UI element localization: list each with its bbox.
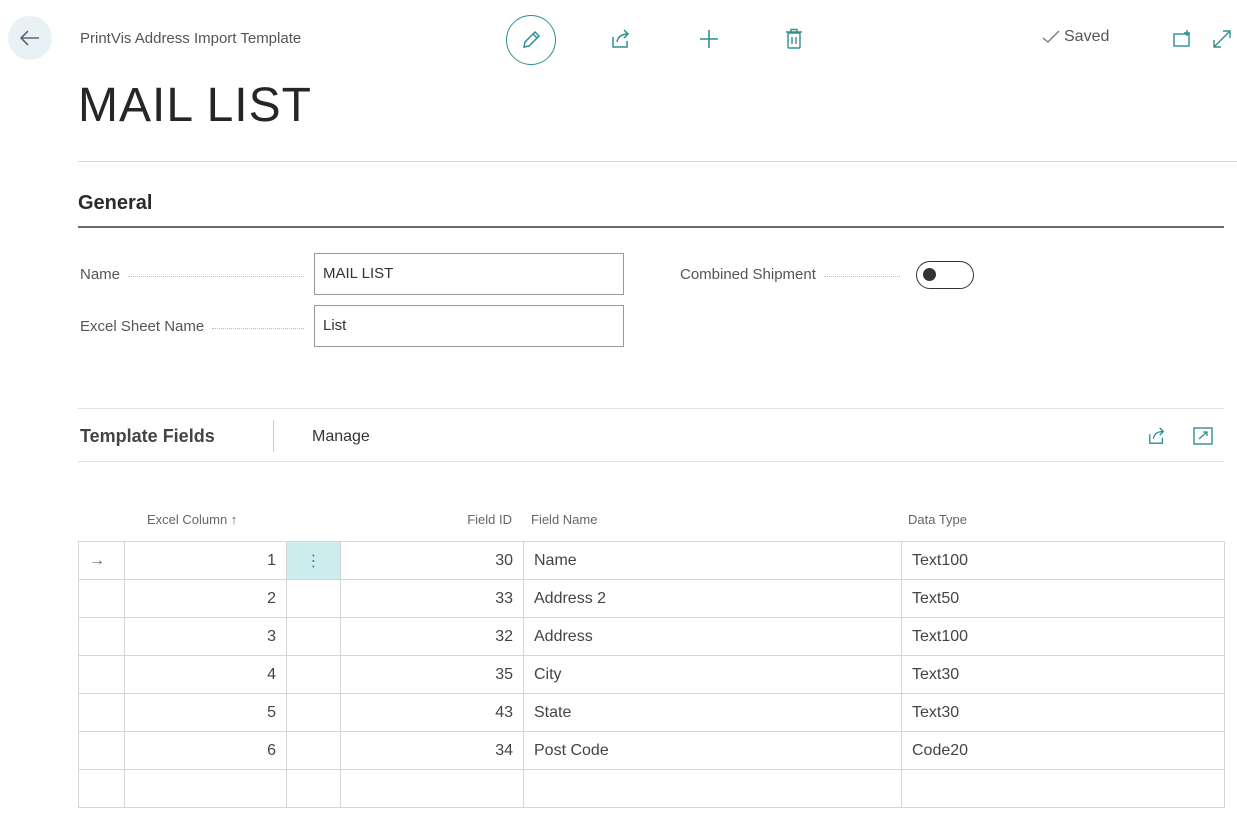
field-name-cell[interactable]: Address 2	[523, 579, 902, 618]
label-dots	[212, 328, 304, 329]
table-row[interactable]: 3 32 Address Text100	[78, 617, 1225, 656]
excel-column-cell[interactable]: 2	[124, 579, 287, 618]
field-name-cell[interactable]: Name	[523, 541, 902, 580]
field-id-cell[interactable]: 34	[340, 731, 524, 770]
template-fields-grid: → 1 ⋮ 30 Name Text100 2 33 Address 2 Tex…	[78, 541, 1225, 808]
table-row[interactable]: 4 35 City Text30	[78, 655, 1225, 694]
name-field[interactable]: MAIL LIST	[314, 253, 624, 295]
saved-status: Saved	[1042, 28, 1109, 46]
data-type-cell[interactable]: Text30	[901, 693, 1225, 732]
excel-column-cell[interactable]: 1	[124, 541, 287, 580]
row-marker-cell	[78, 731, 125, 770]
plus-icon	[700, 30, 718, 48]
row-marker-cell	[78, 769, 125, 808]
expand-icon	[1193, 427, 1213, 445]
field-id-cell[interactable]: 33	[340, 579, 524, 618]
open-new-window-button[interactable]	[1168, 24, 1198, 54]
field-id-cell[interactable]: 43	[340, 693, 524, 732]
manage-menu[interactable]: Manage	[312, 428, 370, 446]
excel-sheet-label: Excel Sheet Name	[80, 318, 205, 335]
row-marker-cell	[78, 693, 125, 732]
share-button[interactable]	[606, 24, 636, 54]
current-row-marker: →	[78, 541, 125, 580]
data-type-cell[interactable]	[901, 769, 1225, 808]
row-marker-cell	[78, 617, 125, 656]
edit-button[interactable]	[506, 15, 556, 65]
column-header-data-type[interactable]: Data Type	[908, 512, 967, 527]
field-name-cell[interactable]: Address	[523, 617, 902, 656]
field-name-cell[interactable]: Post Code	[523, 731, 902, 770]
table-row-new[interactable]	[78, 769, 1225, 808]
expand-button[interactable]	[1207, 24, 1237, 54]
data-type-cell[interactable]: Text30	[901, 655, 1225, 694]
row-menu-cell[interactable]	[286, 769, 341, 808]
open-new-window-icon	[1173, 30, 1190, 47]
field-id-cell[interactable]: 32	[340, 617, 524, 656]
field-name-cell[interactable]: City	[523, 655, 902, 694]
column-header-field-name[interactable]: Field Name	[531, 512, 597, 527]
column-header-excel-column[interactable]: Excel Column ↑	[147, 512, 237, 527]
section-general-title[interactable]: General	[78, 192, 152, 215]
table-row[interactable]: 2 33 Address 2 Text50	[78, 579, 1225, 618]
data-type-cell[interactable]: Text100	[901, 617, 1225, 656]
pencil-icon	[523, 30, 541, 48]
toggle-knob	[923, 268, 936, 281]
back-button[interactable]	[8, 16, 52, 60]
excel-column-cell[interactable]: 3	[124, 617, 287, 656]
share-icon	[1149, 427, 1165, 444]
delete-button[interactable]	[779, 24, 809, 54]
field-id-cell[interactable]: 30	[340, 541, 524, 580]
excel-sheet-label-row: Excel Sheet Name	[80, 318, 312, 335]
share-icon	[612, 29, 630, 48]
arrow-left-icon	[20, 30, 39, 46]
row-menu-cell[interactable]	[286, 693, 341, 732]
new-button[interactable]	[694, 24, 724, 54]
excel-sheet-field[interactable]: List	[314, 305, 624, 347]
data-type-cell[interactable]: Text50	[901, 579, 1225, 618]
tab-separator	[273, 420, 274, 452]
combined-shipment-label-row: Combined Shipment	[680, 266, 908, 283]
row-menu-button[interactable]: ⋮	[286, 541, 341, 580]
name-label-row: Name	[80, 266, 312, 283]
excel-column-cell[interactable]	[124, 769, 287, 808]
subpage-divider-top	[78, 408, 1224, 409]
field-id-cell[interactable]: 35	[340, 655, 524, 694]
table-row[interactable]: → 1 ⋮ 30 Name Text100	[78, 541, 1225, 580]
combined-shipment-toggle[interactable]	[916, 261, 974, 289]
subpage-share-button[interactable]	[1142, 421, 1172, 451]
template-fields-title[interactable]: Template Fields	[80, 426, 215, 447]
table-row[interactable]: 6 34 Post Code Code20	[78, 731, 1225, 770]
expand-icon	[1213, 30, 1231, 48]
table-row[interactable]: 5 43 State Text30	[78, 693, 1225, 732]
section-divider	[78, 226, 1224, 228]
data-type-cell[interactable]: Text100	[901, 541, 1225, 580]
trash-icon	[786, 28, 802, 49]
excel-column-cell[interactable]: 5	[124, 693, 287, 732]
row-marker-cell	[78, 579, 125, 618]
page-title: MAIL LIST	[78, 79, 312, 132]
field-name-cell[interactable]	[523, 769, 902, 808]
combined-shipment-label: Combined Shipment	[680, 266, 816, 283]
checkmark-icon	[1042, 30, 1060, 43]
row-marker-cell	[78, 655, 125, 694]
title-divider	[78, 161, 1237, 162]
subpage-divider-bottom	[78, 461, 1224, 462]
data-type-cell[interactable]: Code20	[901, 731, 1225, 770]
row-menu-cell[interactable]	[286, 617, 341, 656]
subpage-expand-button[interactable]	[1188, 421, 1218, 451]
field-id-cell[interactable]	[340, 769, 524, 808]
label-dots	[128, 276, 304, 277]
field-name-cell[interactable]: State	[523, 693, 902, 732]
label-dots	[823, 276, 900, 277]
row-menu-cell[interactable]	[286, 579, 341, 618]
row-menu-cell[interactable]	[286, 655, 341, 694]
row-menu-cell[interactable]	[286, 731, 341, 770]
excel-column-cell[interactable]: 6	[124, 731, 287, 770]
breadcrumb[interactable]: PrintVis Address Import Template	[80, 30, 301, 47]
column-header-field-id[interactable]: Field ID	[340, 512, 512, 527]
saved-label: Saved	[1064, 28, 1110, 45]
excel-column-cell[interactable]: 4	[124, 655, 287, 694]
name-label: Name	[80, 266, 121, 283]
